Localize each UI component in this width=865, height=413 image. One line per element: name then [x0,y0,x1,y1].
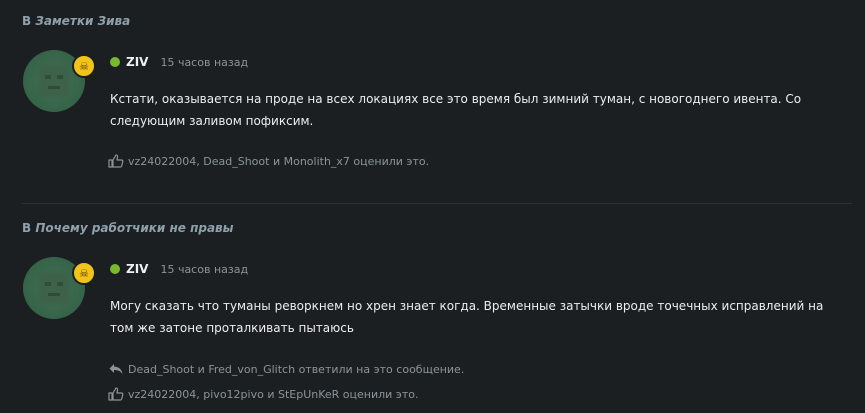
likes-text[interactable]: vz24022004, Dead_Shoot и Monolith_x7 оце… [128,155,429,168]
divider [22,203,852,204]
thumbs-up-icon [108,154,124,168]
reply-icon [109,364,123,374]
likes-line: vz24022004, pivo12pivo и StEpUnKeR оцени… [108,387,418,401]
thread-link[interactable]: Заметки Зива [35,14,130,28]
author-link[interactable]: ZIV [126,262,148,276]
post-time[interactable]: 15 часов назад [160,56,248,69]
avatar[interactable]: ☠ [23,257,96,319]
replies-line: Dead_Shoot и Fred_von_Glitch ответили на… [108,362,464,376]
online-status-icon [110,264,120,274]
thumbs-up-icon [108,387,124,401]
online-status-icon [110,57,120,67]
likes-text[interactable]: vz24022004, pivo12pivo и StEpUnKeR оцени… [128,388,418,401]
post-meta: ZIV 15 часов назад [110,55,248,69]
location-prefix: В [22,221,32,235]
author-link[interactable]: ZIV [126,55,148,69]
post-time[interactable]: 15 часов назад [160,263,248,276]
post-location: В Почему работчики не правы [22,221,234,235]
skull-icon: ☠ [72,54,96,78]
thread-link[interactable]: Почему работчики не правы [35,221,233,235]
replies-text[interactable]: Dead_Shoot и Fred_von_Glitch ответили на… [128,363,464,376]
location-prefix: В [22,14,32,28]
post-body: Кстати, оказывается на проде на всех лок… [110,92,802,128]
likes-line: vz24022004, Dead_Shoot и Monolith_x7 оце… [108,154,429,168]
skull-icon: ☠ [72,261,96,285]
post-location: В Заметки Зива [22,14,130,28]
post-meta: ZIV 15 часов назад [110,262,248,276]
avatar[interactable]: ☠ [23,50,96,112]
post-body: Могу сказать что туманы реворкнем но хре… [110,299,824,335]
